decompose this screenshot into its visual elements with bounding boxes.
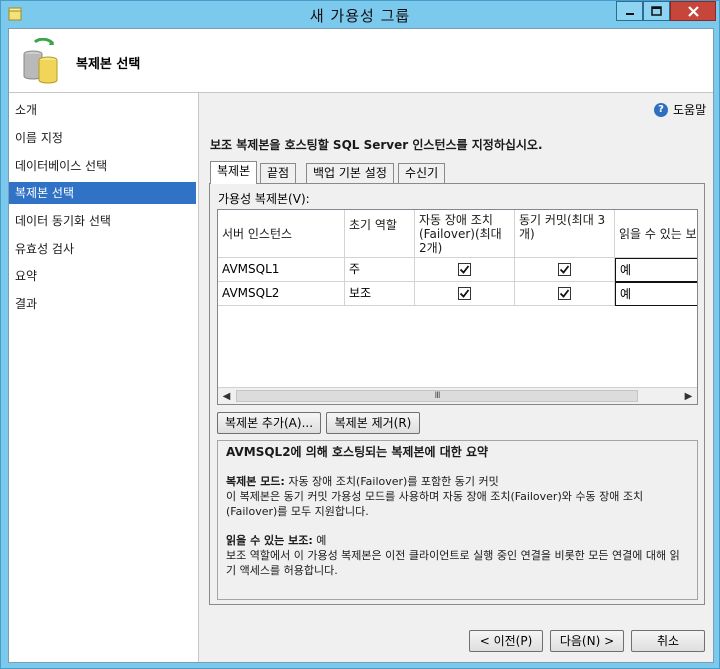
scrollbar-thumb[interactable]: III [236, 390, 638, 402]
add-replica-button[interactable]: 복제본 추가(A)... [217, 412, 321, 434]
replicas-tab-panel: 가용성 복제본(V): 서버 인스턴스 초기 역할 자동 장애 조치(Failo… [209, 183, 705, 605]
replicas-grid: 서버 인스턴스 초기 역할 자동 장애 조치(Failover)(최대 2개) … [217, 209, 698, 405]
nav-item-select-replicas[interactable]: 복제본 선택 [9, 182, 196, 204]
title-bar[interactable]: 새 가용성 그룹 [1, 1, 719, 28]
column-header-auto-failover[interactable]: 자동 장애 조치(Failover)(최대 2개) [415, 210, 515, 258]
nav-item-specify-name[interactable]: 이름 지정 [9, 127, 196, 149]
check-icon [459, 265, 470, 274]
tab-endpoints[interactable]: 끝점 [260, 163, 297, 183]
close-button[interactable] [670, 1, 716, 21]
next-button[interactable]: 다음(N) > [550, 630, 624, 652]
tab-replicas[interactable]: 복제본 [210, 161, 258, 184]
remove-replica-button[interactable]: 복제본 제거(R) [326, 412, 420, 434]
row2-readable-select[interactable]: 예 [615, 282, 697, 306]
minimize-icon [625, 13, 634, 15]
scroll-right-icon[interactable]: ▶ [680, 388, 697, 404]
page-header: 복제본 선택 [9, 29, 713, 93]
row2-sync-commit[interactable] [515, 282, 615, 306]
check-icon [559, 265, 570, 274]
summary-heading: AVMSQL2에 의해 호스팅되는 복제본에 대한 요약 [226, 445, 489, 459]
row1-auto-failover[interactable] [415, 258, 515, 282]
close-icon [687, 5, 699, 17]
scroll-left-icon[interactable]: ◀ [218, 388, 235, 404]
cancel-button[interactable]: 취소 [631, 630, 705, 652]
summary-readable-desc: 보조 역할에서 이 가용성 복제본은 이전 클라이언트로 실행 중인 연결을 비… [226, 549, 680, 577]
check-icon [559, 289, 570, 298]
check-icon [459, 289, 470, 298]
nav-item-validation[interactable]: 유효성 검사 [9, 238, 196, 260]
instruction-text: 보조 복제본을 호스팅할 SQL Server 인스턴스를 지정하십시오. [210, 138, 543, 152]
checkbox-sync-commit-2[interactable] [558, 287, 571, 300]
grid-label: 가용성 복제본(V): [218, 192, 310, 206]
page-title: 복제본 선택 [76, 57, 141, 72]
nav-item-intro[interactable]: 소개 [9, 99, 196, 121]
column-header-sync-commit[interactable]: 동기 커밋(최대 3개) [515, 210, 615, 258]
row1-server[interactable]: AVMSQL1 [218, 258, 345, 282]
tab-listener[interactable]: 수신기 [398, 163, 446, 183]
summary-mode-section: 복제본 모드: 자동 장애 조치(Failover)를 포함한 동기 커밋 이 … [226, 474, 689, 519]
nav-item-results[interactable]: 결과 [9, 293, 196, 315]
help-link[interactable]: ? 도움말 [654, 101, 706, 118]
summary-mode-label: 복제본 모드: [226, 475, 285, 488]
horizontal-scrollbar[interactable]: ◀ III ▶ [218, 387, 697, 404]
window-title: 새 가용성 그룹 [309, 7, 411, 25]
checkbox-auto-failover-1[interactable] [458, 263, 471, 276]
replica-summary-panel: AVMSQL2에 의해 호스팅되는 복제본에 대한 요약 복제본 모드: 자동 … [217, 440, 698, 600]
row2-auto-failover[interactable] [415, 282, 515, 306]
column-header-server[interactable]: 서버 인스턴스 [218, 210, 345, 258]
tab-backup-preferences[interactable]: 백업 기본 설정 [306, 163, 394, 183]
summary-readable-section: 읽을 수 있는 보조: 예 보조 역할에서 이 가용성 복제본은 이전 클라이언… [226, 533, 689, 578]
help-icon: ? [654, 102, 668, 117]
summary-readable-line: 읽을 수 있는 보조: 예 [226, 533, 689, 548]
maximize-icon [651, 6, 662, 16]
previous-button[interactable]: < 이전(P) [469, 630, 543, 652]
checkbox-sync-commit-1[interactable] [558, 263, 571, 276]
nav-item-summary[interactable]: 요약 [9, 265, 196, 287]
column-header-readable[interactable]: 읽을 수 있는 보 [615, 210, 697, 258]
dialog-client: 복제본 선택 소개 이름 지정 데이터베이스 선택 복제본 선택 데이터 동기화… [8, 28, 714, 663]
summary-mode-value: 자동 장애 조치(Failover)를 포함한 동기 커밋 [284, 475, 499, 488]
column-header-role[interactable]: 초기 역할 [345, 210, 415, 258]
row1-sync-commit[interactable] [515, 258, 615, 282]
row1-readable-select[interactable]: 예 [615, 258, 697, 282]
summary-readable-value: 예 [312, 534, 327, 547]
row1-role[interactable]: 주 [345, 258, 415, 282]
minimize-button[interactable] [616, 1, 643, 21]
wizard-window: 새 가용성 그룹 복제본 선택 소개 이름 지정 데이터베이스 선택 복제본 선… [0, 0, 720, 669]
summary-mode-desc: 이 복제본은 동기 커밋 가용성 모드를 사용하며 자동 장애 조치(Failo… [226, 490, 644, 518]
help-label: 도움말 [673, 103, 707, 117]
nav-item-data-sync[interactable]: 데이터 동기화 선택 [9, 210, 196, 232]
database-cylinders-icon [21, 37, 61, 84]
summary-readable-label: 읽을 수 있는 보조: [226, 534, 313, 547]
row2-role[interactable]: 보조 [345, 282, 415, 306]
summary-mode-line: 복제본 모드: 자동 장애 조치(Failover)를 포함한 동기 커밋 [226, 474, 689, 489]
nav-item-select-databases[interactable]: 데이터베이스 선택 [9, 155, 196, 177]
maximize-button[interactable] [643, 1, 670, 21]
row2-server[interactable]: AVMSQL2 [218, 282, 345, 306]
checkbox-auto-failover-2[interactable] [458, 287, 471, 300]
wizard-nav: 소개 이름 지정 데이터베이스 선택 복제본 선택 데이터 동기화 선택 유효성… [9, 93, 199, 662]
